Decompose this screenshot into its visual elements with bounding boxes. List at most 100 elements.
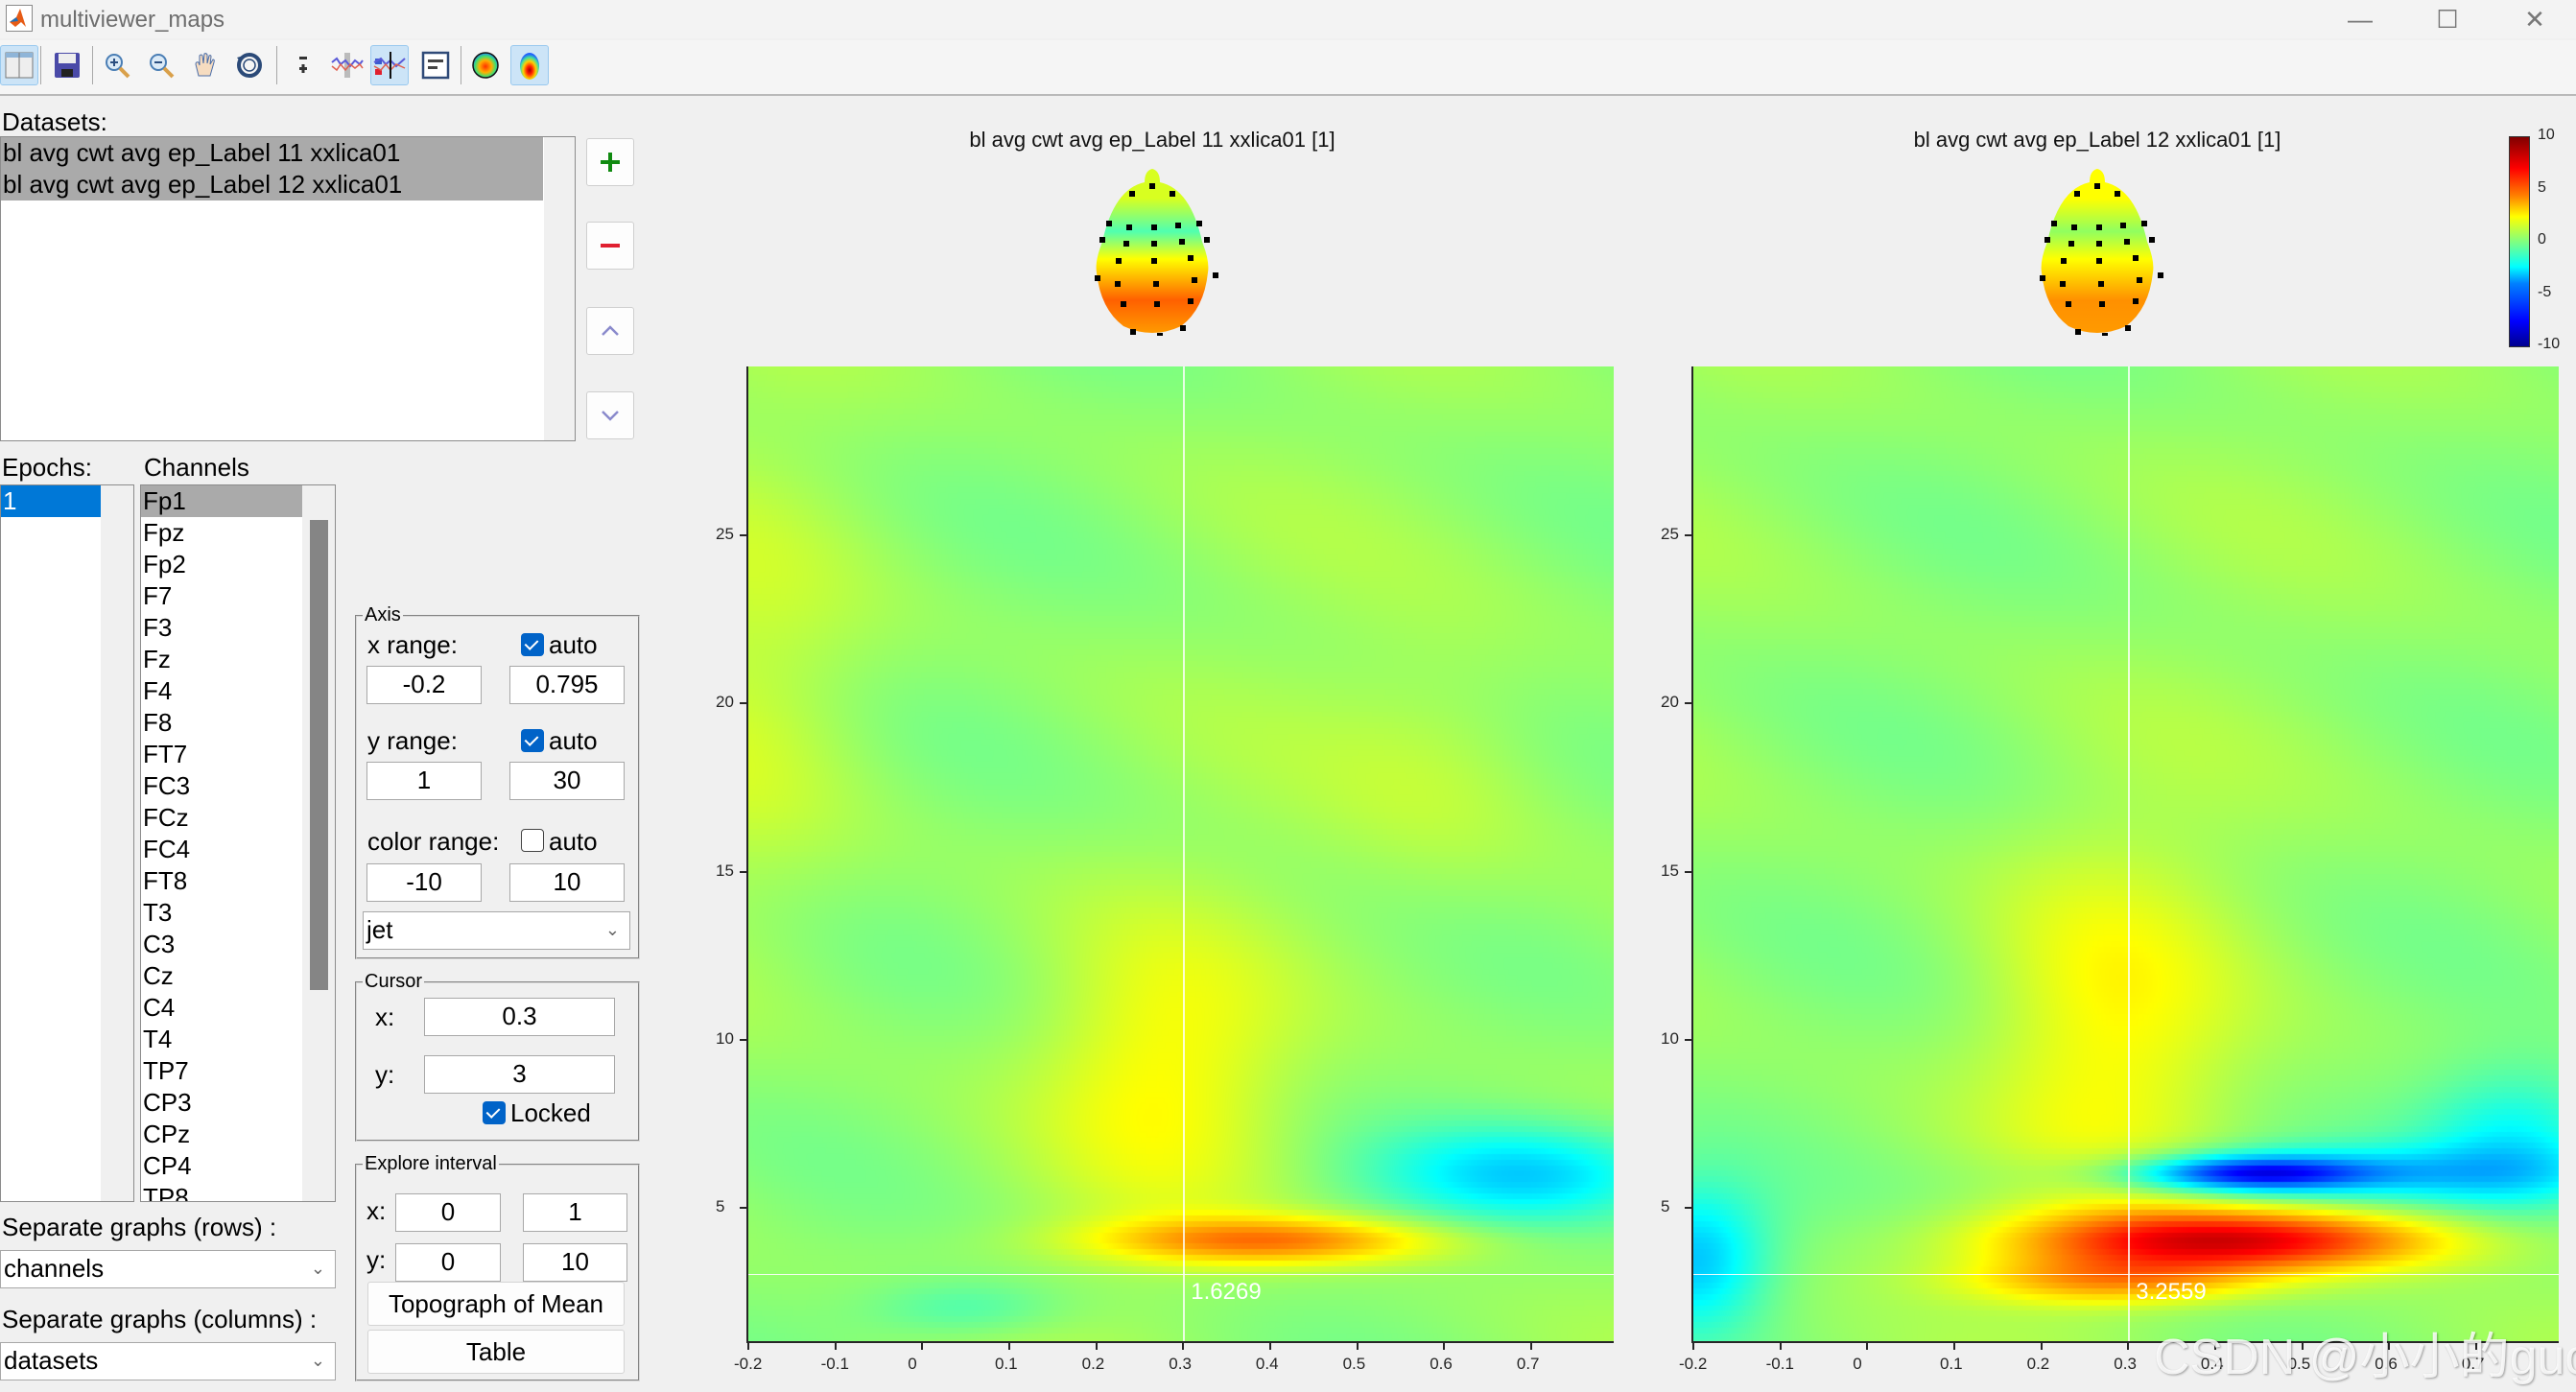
topoplot-button[interactable] (466, 45, 505, 85)
channel-item[interactable]: CPz (141, 1119, 302, 1150)
channel-item[interactable]: FCz (141, 802, 302, 834)
add-remove-trace-button[interactable] (284, 45, 322, 85)
explore-y-from-input[interactable]: 0 (395, 1243, 501, 1282)
close-button[interactable]: ✕ (2496, 0, 2573, 38)
channel-item[interactable]: FC4 (141, 834, 302, 865)
pan-button[interactable] (186, 45, 225, 85)
color-max-input[interactable]: 10 (509, 863, 625, 902)
topomap-head (1095, 169, 1218, 339)
chevron-down-icon: ⌄ (310, 1351, 325, 1370)
y-tick-mark (1685, 534, 1691, 537)
channel-item[interactable]: TP7 (141, 1055, 302, 1087)
y-tick-mark (740, 1206, 746, 1209)
move-up-button[interactable] (586, 307, 634, 355)
x-auto-checkbox[interactable] (521, 633, 544, 656)
channel-item[interactable]: FT7 (141, 739, 302, 770)
rotate-button[interactable] (230, 45, 269, 85)
remove-dataset-button[interactable] (586, 222, 634, 270)
channel-item[interactable]: FT8 (141, 865, 302, 897)
separate-columns-select[interactable]: datasets ⌄ (0, 1342, 336, 1380)
epochs-scrollbar[interactable] (101, 485, 133, 1201)
channel-item[interactable]: CP3 (141, 1087, 302, 1119)
topomap[interactable] (2030, 165, 2164, 339)
colormap-select[interactable]: jet ⌄ (363, 911, 630, 950)
channel-item[interactable]: F7 (141, 580, 302, 612)
channel-item[interactable]: Fp2 (141, 549, 302, 580)
channel-item[interactable]: Fpz (141, 517, 302, 549)
channels-scrollbar-thumb[interactable] (310, 520, 328, 990)
x-tick-label: 0 (1853, 1355, 1862, 1373)
electrode-marker (2099, 301, 2105, 307)
channel-item[interactable]: Cz (141, 960, 302, 992)
channel-item[interactable]: C4 (141, 992, 302, 1024)
minimize-button[interactable]: — (2322, 0, 2399, 38)
channels-label: Channels (144, 453, 249, 482)
electrode-marker (1180, 325, 1186, 331)
dataset-item[interactable]: bl avg cwt avg ep_Label 12 xxlica01 (1, 169, 543, 201)
color-min-input[interactable]: -10 (366, 863, 482, 902)
channel-item[interactable]: F3 (141, 612, 302, 644)
datasets-listbox[interactable]: bl avg cwt avg ep_Label 11 xxlica01 bl a… (0, 136, 576, 441)
y-auto-checkbox[interactable] (521, 729, 544, 752)
time-frequency-plot[interactable]: 1.6269 (746, 366, 1614, 1343)
cursor-line-horizontal[interactable] (748, 1273, 1614, 1276)
legend-button[interactable] (416, 45, 455, 85)
channel-item[interactable]: F4 (141, 675, 302, 707)
table-button[interactable]: Table (367, 1330, 625, 1374)
y-max-input[interactable]: 30 (509, 762, 625, 800)
time-frequency-plot[interactable]: 3.2559 (1691, 366, 2559, 1343)
add-dataset-button[interactable] (586, 138, 634, 186)
channel-item[interactable]: FC3 (141, 770, 302, 802)
datasets-scrollbar[interactable] (544, 137, 575, 440)
locked-checkbox[interactable] (483, 1101, 506, 1124)
channel-item[interactable]: CP4 (141, 1150, 302, 1182)
cursor-y-input[interactable]: 3 (424, 1055, 615, 1094)
zoom-in-button[interactable] (98, 45, 136, 85)
waveform-button[interactable] (328, 45, 366, 85)
color-auto-checkbox[interactable] (521, 829, 544, 852)
explore-x-to-input[interactable]: 1 (523, 1193, 627, 1232)
channel-item[interactable]: Fp1 (141, 485, 302, 517)
x-max-input[interactable]: 0.795 (509, 666, 625, 704)
channel-item[interactable]: C3 (141, 929, 302, 960)
topomap[interactable] (1085, 165, 1219, 339)
x-auto-label: auto (549, 630, 598, 659)
explore-x-from-input[interactable]: 0 (395, 1193, 501, 1232)
explore-y-label: y: (366, 1245, 387, 1274)
zoom-out-button[interactable] (142, 45, 180, 85)
explore-y-to-input[interactable]: 10 (523, 1243, 627, 1282)
cursor-mode-button[interactable] (370, 45, 409, 85)
channel-item[interactable]: T3 (141, 897, 302, 929)
electrode-marker (2096, 258, 2102, 264)
move-down-button[interactable] (586, 391, 634, 439)
cursor-line-horizontal[interactable] (1693, 1273, 2559, 1276)
channel-item[interactable]: Fz (141, 644, 302, 675)
epochs-listbox[interactable]: 1 (0, 484, 134, 1202)
separate-rows-select[interactable]: channels ⌄ (0, 1250, 336, 1288)
dataset-item[interactable]: bl avg cwt avg ep_Label 11 xxlica01 (1, 137, 543, 169)
channels-scrollbar[interactable] (302, 485, 335, 1201)
channel-item[interactable]: TP8 (141, 1182, 302, 1201)
channel-item[interactable]: F8 (141, 707, 302, 739)
x-min-input[interactable]: -0.2 (366, 666, 482, 704)
headplot-button[interactable] (510, 45, 549, 85)
save-button[interactable] (48, 45, 86, 85)
channel-item[interactable]: T4 (141, 1024, 302, 1055)
explore-panel-title: Explore interval (365, 1153, 497, 1174)
topograph-of-mean-button[interactable]: Topograph of Mean (367, 1282, 625, 1326)
y-tick-label: 10 (716, 1028, 734, 1048)
cursor-line-vertical[interactable] (1183, 366, 1185, 1341)
cursor-x-input[interactable]: 0.3 (424, 998, 615, 1036)
y-min-input[interactable]: 1 (366, 762, 482, 800)
cursor-y-label: y: (375, 1060, 395, 1089)
separate-rows-label: Separate graphs (rows) : (2, 1213, 277, 1241)
epoch-item[interactable]: 1 (1, 485, 101, 517)
x-tick-label: 0.4 (1255, 1355, 1279, 1373)
layout-button[interactable] (0, 45, 38, 85)
cursor-line-vertical[interactable] (2128, 366, 2130, 1341)
maximize-button[interactable]: ☐ (2409, 0, 2486, 38)
plus-icon (601, 153, 620, 172)
channels-listbox[interactable]: Fp1 Fpz Fp2 F7 F3 Fz F4 F8 FT7 FC3 FCz FC4 FT8 T3 C3 Cz… (140, 484, 336, 1202)
electrode-marker (1157, 333, 1163, 339)
electrode-marker (1115, 281, 1121, 287)
